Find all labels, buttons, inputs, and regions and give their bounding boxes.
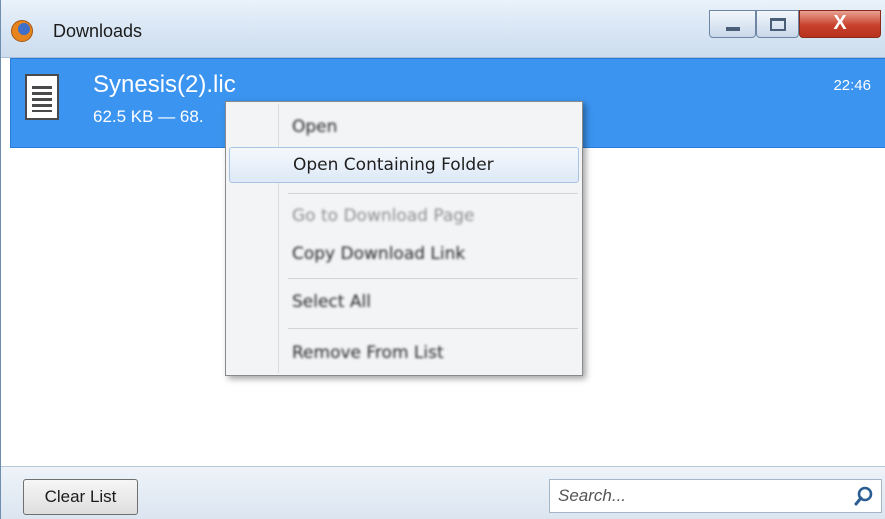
search-icon[interactable] (853, 485, 875, 507)
menu-item-select-all[interactable]: Select All (229, 284, 579, 320)
menu-separator (288, 193, 578, 194)
menu-item-open-containing-folder[interactable]: Open Containing Folder (229, 147, 579, 183)
menu-item-open[interactable]: Open (229, 109, 579, 145)
menu-item-go-to-download-page: Go to Download Page (292, 206, 475, 226)
menu-item-copy-download-link[interactable]: Copy Download Link (229, 236, 579, 272)
document-file-icon (25, 74, 59, 120)
search-box[interactable] (549, 479, 882, 513)
firefox-icon[interactable] (11, 20, 33, 42)
context-menu: Open Open Containing Folder Go to Downlo… (225, 101, 583, 376)
close-icon: X (833, 12, 847, 34)
maximize-icon (770, 18, 786, 31)
close-button[interactable]: X (799, 10, 881, 38)
minimize-icon (726, 27, 740, 31)
menu-separator (288, 328, 578, 329)
menu-separator (288, 278, 578, 279)
download-time: 22:46 (833, 77, 871, 94)
maximize-button[interactable] (756, 10, 799, 38)
window-title: Downloads (53, 21, 143, 41)
search-input[interactable] (558, 486, 838, 506)
bottom-toolbar: Clear List (1, 466, 885, 519)
menu-item-remove-from-list[interactable]: Remove From List (229, 335, 579, 371)
clear-list-button[interactable]: Clear List (23, 479, 138, 515)
title-bar[interactable]: Downloads X (1, 0, 885, 58)
minimize-button[interactable] (709, 10, 756, 38)
downloads-window: Downloads X Synesis(2).lic 62.5 KB — 68.… (0, 0, 885, 519)
download-meta: 62.5 KB — 68. (93, 107, 204, 126)
download-filename: Synesis(2).lic (93, 71, 236, 98)
